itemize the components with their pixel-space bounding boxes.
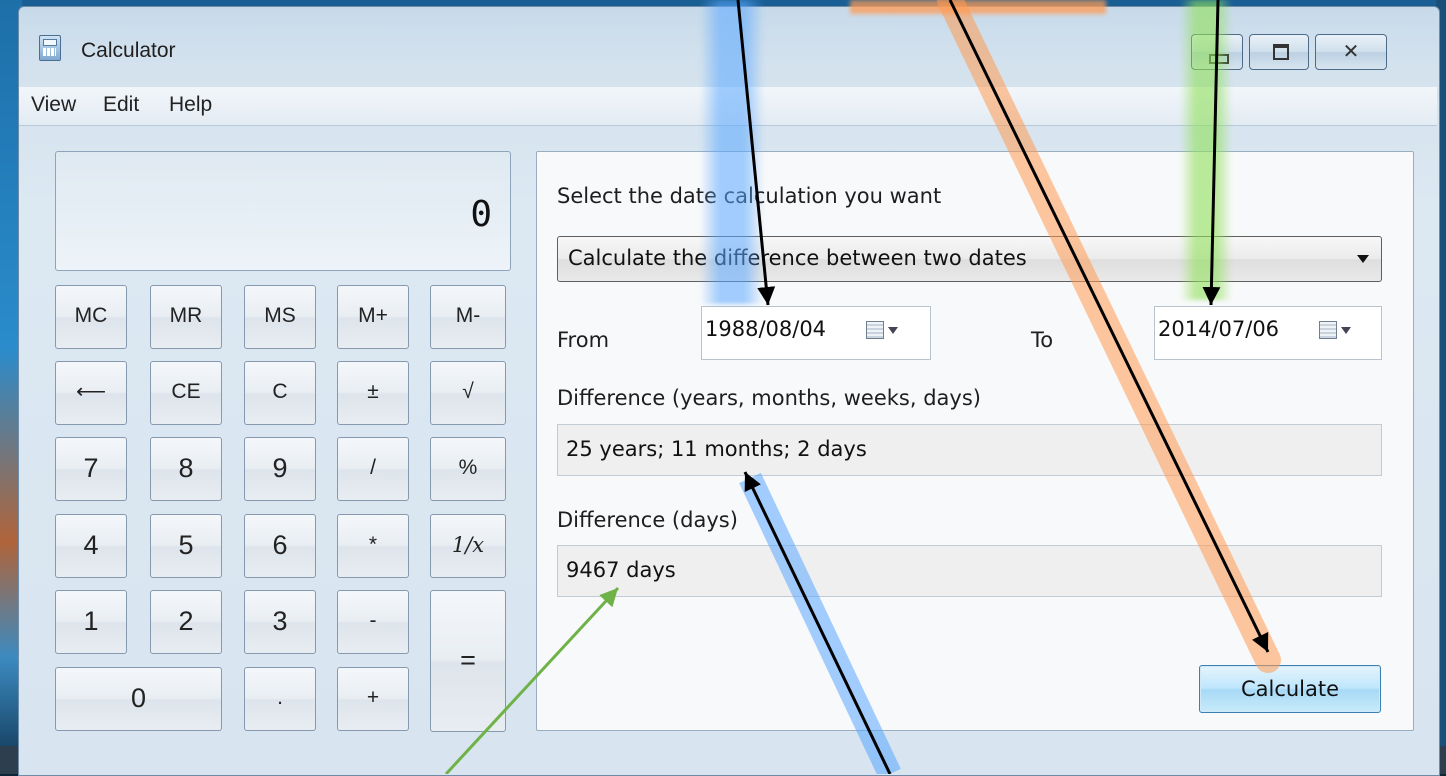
arrow-to-from-date (736, 0, 776, 306)
arrow-to-to-date (1202, 0, 1221, 306)
arrow-to-difference-ymwd (743, 471, 892, 774)
arrow-to-calculate (948, 0, 1270, 653)
annotation-overlay (444, 0, 1281, 774)
arrow-to-difference-days (444, 586, 620, 774)
